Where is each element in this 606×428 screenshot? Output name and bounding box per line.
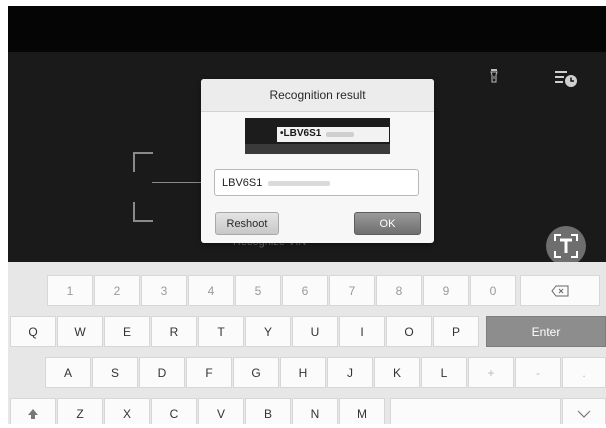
key-j[interactable]: J xyxy=(327,357,373,388)
enter-key[interactable]: Enter xyxy=(486,316,606,347)
hide-keyboard-key[interactable] xyxy=(562,398,606,424)
shift-key[interactable] xyxy=(10,398,56,424)
vin-crop-redacted xyxy=(326,132,354,137)
dialog-title: Recognition result xyxy=(269,88,366,102)
key-r[interactable]: R xyxy=(151,316,197,347)
scan-frame-corner-top-left xyxy=(133,152,153,172)
key-v[interactable]: V xyxy=(198,398,244,424)
backspace-icon xyxy=(551,285,569,296)
vin-crop-shadow xyxy=(245,144,390,154)
key-h[interactable]: H xyxy=(280,357,326,388)
key-9[interactable]: 9 xyxy=(423,275,469,306)
key-q[interactable]: Q xyxy=(10,316,56,347)
vin-crop-plate: •LBV6S1 xyxy=(277,127,389,142)
key-2[interactable]: 2 xyxy=(94,275,140,306)
key-x[interactable]: X xyxy=(104,398,150,424)
key-n[interactable]: N xyxy=(292,398,338,424)
scan-line xyxy=(152,182,204,183)
key-u[interactable]: U xyxy=(292,316,338,347)
key-s[interactable]: S xyxy=(92,357,138,388)
key-8[interactable]: 8 xyxy=(376,275,422,306)
key-m[interactable]: M xyxy=(339,398,385,424)
dialog-header: Recognition result xyxy=(201,79,434,112)
vin-crop-text: •LBV6S1 xyxy=(280,128,322,139)
on-screen-keyboard: 1 2 3 4 5 6 7 8 9 0 Q W E R T Y U I O P … xyxy=(8,262,606,424)
recognition-result-dialog: Recognition result •LBV6S1 LBV6S1 Reshoo… xyxy=(201,79,434,243)
key-t[interactable]: T xyxy=(198,316,244,347)
key-3[interactable]: 3 xyxy=(141,275,187,306)
key-o[interactable]: O xyxy=(386,316,432,347)
space-key[interactable] xyxy=(390,398,561,424)
key-d[interactable]: D xyxy=(139,357,185,388)
key-7[interactable]: 7 xyxy=(329,275,375,306)
key-g[interactable]: G xyxy=(233,357,279,388)
text-recognition-button[interactable] xyxy=(546,226,586,266)
key-period[interactable]: . xyxy=(562,357,606,388)
key-y[interactable]: Y xyxy=(245,316,291,347)
key-l[interactable]: L xyxy=(421,357,467,388)
ok-button[interactable]: OK xyxy=(354,212,421,235)
key-0[interactable]: 0 xyxy=(470,275,516,306)
flashlight-icon[interactable] xyxy=(489,69,499,83)
key-p[interactable]: P xyxy=(433,316,479,347)
history-list-icon[interactable] xyxy=(555,69,579,89)
key-c[interactable]: C xyxy=(151,398,197,424)
vin-input-redacted xyxy=(268,181,330,186)
key-5[interactable]: 5 xyxy=(235,275,281,306)
key-4[interactable]: 4 xyxy=(188,275,234,306)
backspace-key[interactable] xyxy=(520,275,600,306)
key-w[interactable]: W xyxy=(57,316,103,347)
key-i[interactable]: I xyxy=(339,316,385,347)
hide-keyboard-icon xyxy=(577,410,591,418)
key-e[interactable]: E xyxy=(104,316,150,347)
reshoot-button[interactable]: Reshoot xyxy=(215,212,279,235)
key-a[interactable]: A xyxy=(45,357,91,388)
key-1[interactable]: 1 xyxy=(47,275,93,306)
key-plus[interactable]: + xyxy=(468,357,514,388)
top-bar xyxy=(8,6,606,52)
scan-frame-corner-bottom-left xyxy=(133,202,153,222)
key-6[interactable]: 6 xyxy=(282,275,328,306)
text-recognition-icon xyxy=(554,234,578,258)
key-k[interactable]: K xyxy=(374,357,420,388)
key-b[interactable]: B xyxy=(245,398,291,424)
vin-input[interactable]: LBV6S1 xyxy=(214,169,419,196)
app-screen: Recognize VIN Recognition result •LBV6S1… xyxy=(8,6,606,424)
key-minus[interactable]: - xyxy=(515,357,561,388)
shift-icon xyxy=(28,408,38,419)
vin-input-value: LBV6S1 xyxy=(222,177,263,189)
vin-crop-image: •LBV6S1 xyxy=(245,118,390,154)
key-f[interactable]: F xyxy=(186,357,232,388)
key-z[interactable]: Z xyxy=(57,398,103,424)
